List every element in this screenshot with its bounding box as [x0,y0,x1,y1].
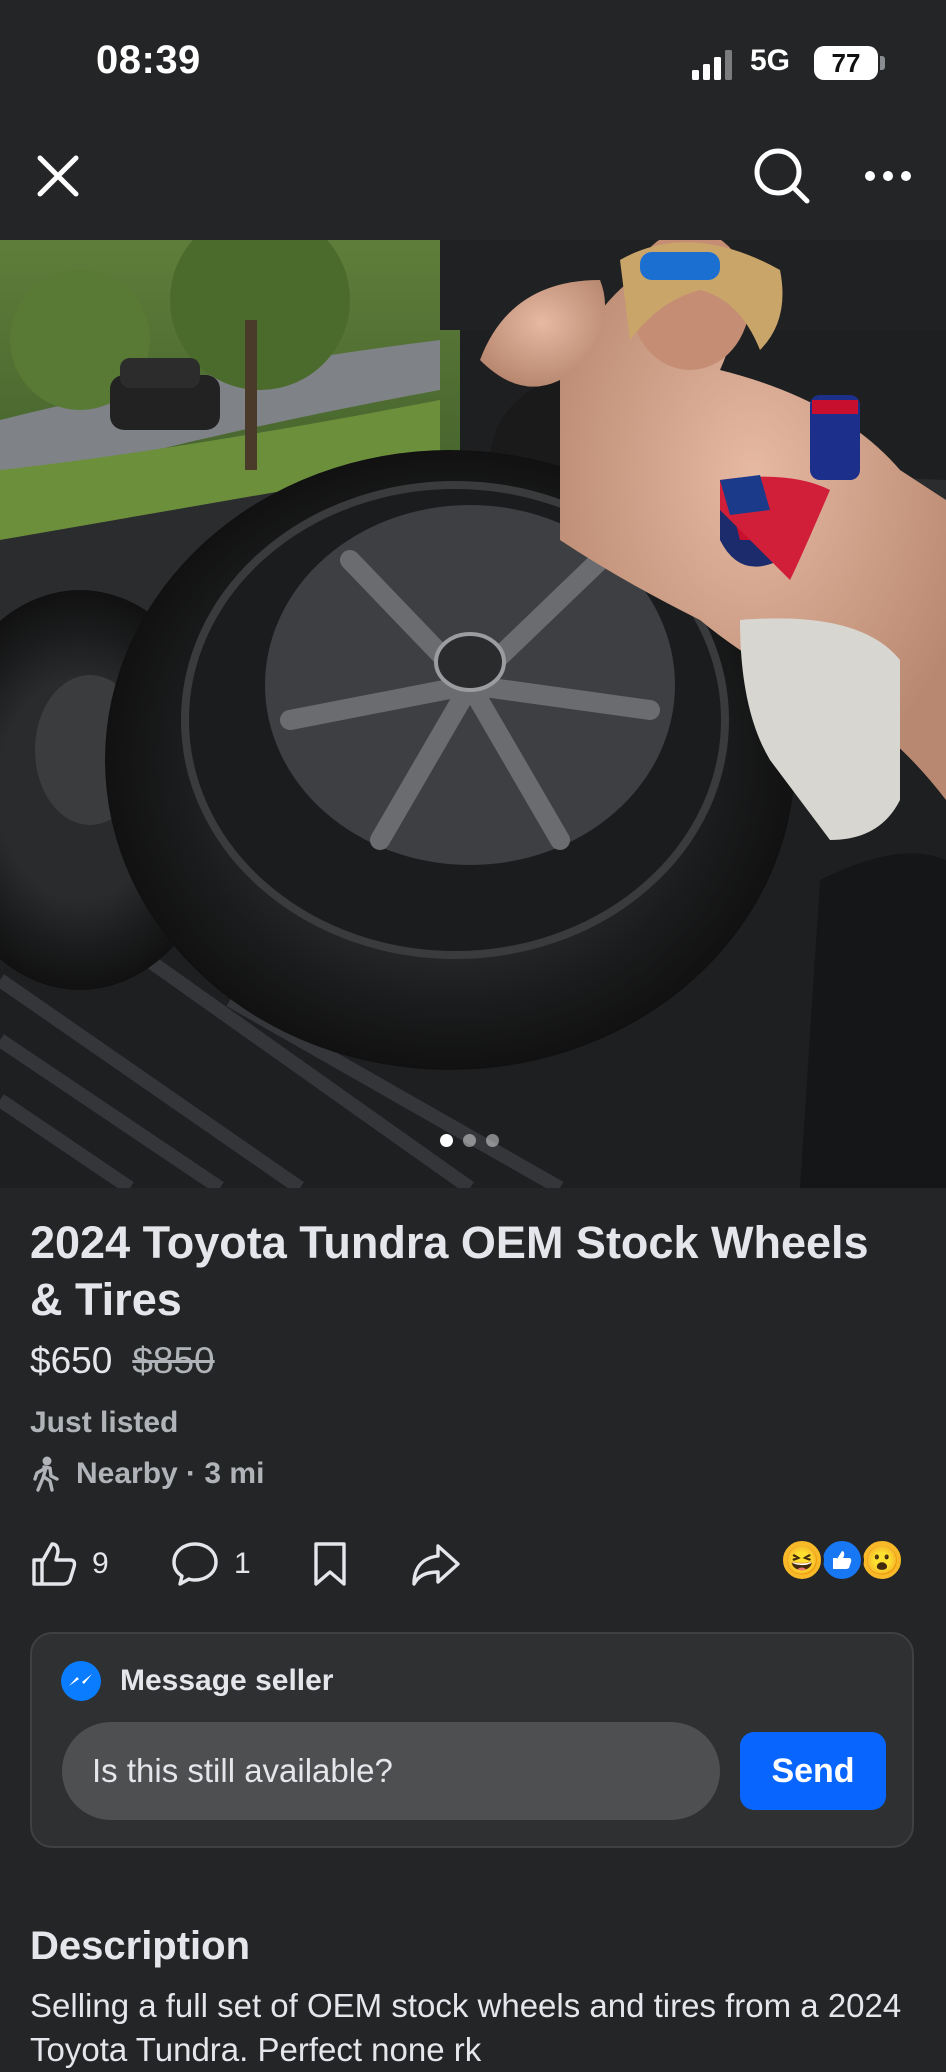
battery-level: 77 [814,46,878,80]
comment-count: 1 [234,1547,251,1580]
wow-emoji-icon: 😮 [860,1538,904,1582]
message-seller-header: Message seller [60,1660,333,1702]
close-icon [37,155,79,197]
description-text: Selling a full set of OEM stock wheels a… [30,1987,902,2068]
price-row: $650 $850 [30,1340,215,1382]
pagination-dot[interactable] [486,1134,499,1147]
signal-icon [692,50,732,80]
send-button[interactable]: Send [740,1732,886,1810]
more-icon [865,171,911,181]
description-heading: Description [30,1924,251,1968]
original-price: $850 [132,1340,215,1381]
save-button[interactable] [310,1530,350,1598]
current-price: $650 [30,1340,113,1381]
close-button[interactable] [24,134,92,218]
like-button[interactable]: 9 [30,1530,109,1598]
status-bar: 08:39 5G 77 [0,0,946,120]
listed-status: Just listed [30,1406,179,1439]
comment-icon [172,1542,218,1586]
thumbs-up-icon [32,1542,77,1586]
location-row: Nearby · 3 mi [30,1456,264,1492]
search-button[interactable] [740,134,824,218]
messenger-icon [61,1661,101,1701]
reaction-summary[interactable]: 😆 😮 [780,1538,910,1588]
like-count: 9 [92,1547,109,1580]
search-icon [754,148,810,204]
status-time: 08:39 [96,38,201,82]
like-reaction-icon [820,1538,864,1582]
share-button[interactable] [410,1530,462,1598]
walking-icon [33,1456,59,1492]
photo-illustration [0,240,946,1188]
pagination-dot[interactable] [463,1134,476,1147]
message-seller-title: Message seller [120,1664,334,1697]
message-input[interactable] [62,1722,720,1820]
laughing-emoji-icon: 😆 [780,1538,824,1582]
listing-title: 2024 Toyota Tundra OEM Stock Wheels & Ti… [30,1217,869,1325]
listing-photo[interactable] [0,240,946,1188]
network-label: 5G [750,44,791,77]
more-button[interactable] [850,134,926,218]
bookmark-icon [314,1542,346,1586]
message-seller-card: Message seller Send [30,1632,914,1848]
pagination-dot[interactable] [440,1134,453,1147]
photo-pagination [440,1134,499,1147]
comment-button[interactable]: 1 [170,1530,251,1598]
battery-icon [880,56,885,70]
share-icon [412,1544,460,1586]
location-text: Nearby · 3 mi [76,1457,265,1490]
